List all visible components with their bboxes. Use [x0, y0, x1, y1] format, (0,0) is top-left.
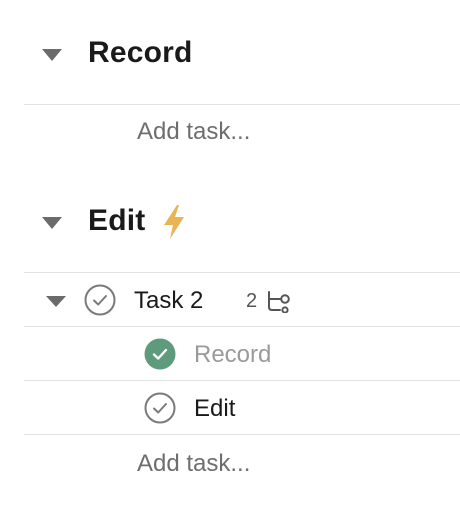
collapse-caret-icon[interactable]	[42, 217, 62, 229]
divider	[24, 434, 460, 435]
subtask-name[interactable]: Edit	[194, 395, 235, 423]
add-task-button[interactable]: Add task...	[137, 450, 250, 478]
task-list-view: Record Add task... Edit Task 2 2 Record …	[0, 0, 460, 512]
section-header-record: Record	[0, 30, 460, 78]
checkbox-circle-icon[interactable]	[84, 284, 116, 316]
divider	[24, 272, 460, 273]
subtask-row[interactable]: Record	[0, 328, 460, 380]
divider	[24, 326, 460, 327]
divider	[24, 104, 460, 105]
section-header-edit: Edit	[0, 198, 460, 246]
expand-caret-icon[interactable]	[46, 296, 66, 307]
lightning-bolt-icon	[164, 205, 184, 239]
subtasks-icon	[268, 291, 290, 313]
add-task-button[interactable]: Add task...	[137, 118, 250, 146]
subtask-row[interactable]: Edit	[0, 382, 460, 434]
collapse-caret-icon[interactable]	[42, 49, 62, 61]
subtask-name[interactable]: Record	[194, 341, 271, 369]
divider	[24, 380, 460, 381]
section-title[interactable]: Record	[88, 36, 193, 70]
subtask-count: 2	[246, 290, 258, 312]
checkbox-circle-icon[interactable]	[144, 392, 176, 424]
section-title[interactable]: Edit	[88, 204, 145, 238]
task-row[interactable]: Task 2 2	[0, 274, 460, 326]
completed-check-icon[interactable]	[144, 338, 176, 370]
task-name[interactable]: Task 2	[134, 287, 203, 315]
